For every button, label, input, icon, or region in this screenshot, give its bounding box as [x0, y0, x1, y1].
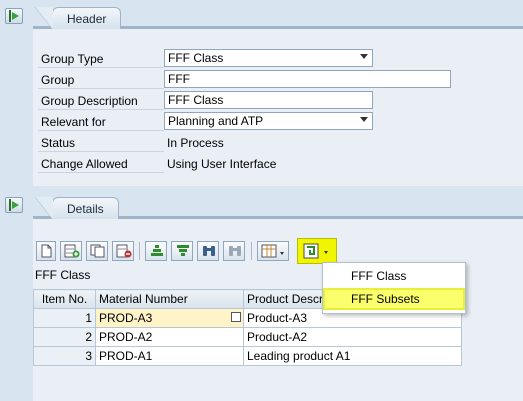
table-title: FFF Class — [35, 268, 91, 282]
menu-item-fff-class[interactable]: FFF Class — [323, 265, 465, 287]
find-button[interactable] — [197, 241, 219, 261]
status-value: In Process — [167, 136, 224, 150]
material-cell[interactable]: PROD-A1 — [95, 346, 244, 366]
material-cell[interactable]: PROD-A3 — [95, 308, 244, 328]
chevron-down-icon — [360, 117, 368, 122]
table-row[interactable]: 3 PROD-A1 Leading product A1 — [33, 346, 462, 366]
relevant-for-label: Relevant for — [38, 113, 164, 131]
delete-row-icon — [116, 244, 132, 258]
header-section-toggle-icon[interactable] — [5, 8, 23, 24]
sort-ascending-icon — [151, 245, 163, 256]
sort-ascending-button[interactable] — [145, 241, 167, 261]
value-help-icon[interactable] — [231, 312, 241, 322]
tab-details[interactable]: Details — [35, 197, 119, 220]
group-value: FFF — [168, 72, 190, 86]
layout-icon — [261, 244, 284, 258]
material-cell[interactable]: PROD-A2 — [95, 327, 244, 347]
find-icon — [203, 246, 215, 256]
material-value: PROD-A3 — [99, 311, 153, 325]
group-type-value: FFF Class — [168, 51, 224, 65]
tab-header[interactable]: Header — [34, 7, 122, 30]
copy-row-button[interactable] — [86, 241, 108, 261]
status-label: Status — [38, 134, 164, 152]
sort-descending-icon — [177, 245, 189, 256]
group-type-select[interactable]: FFF Class — [164, 49, 373, 67]
append-row-icon — [64, 244, 80, 258]
column-header-item-no[interactable]: Item No. — [33, 289, 96, 309]
layout-button[interactable] — [257, 241, 289, 261]
change-allowed-value: Using User Interface — [167, 157, 277, 171]
table-row[interactable]: 2 PROD-A2 Product-A2 — [33, 327, 462, 347]
group-input[interactable]: FFF — [164, 70, 451, 88]
subset-dropdown-menu: FFF Class FFF Subsets — [322, 262, 466, 314]
group-description-value: FFF Class — [168, 93, 224, 107]
group-description-label: Group Description — [38, 92, 164, 110]
item-no-cell: 3 — [33, 346, 96, 366]
create-icon — [41, 244, 52, 258]
append-row-button[interactable] — [60, 241, 82, 261]
item-no-cell: 2 — [33, 327, 96, 347]
description-cell: Product-A2 — [243, 327, 462, 347]
group-label: Group — [38, 71, 164, 89]
menu-item-fff-subsets[interactable]: FFF Subsets — [323, 288, 465, 310]
details-section-toggle-icon[interactable] — [5, 197, 23, 213]
subset-menu-button[interactable] — [297, 238, 337, 264]
copy-row-icon — [90, 244, 105, 258]
relevant-for-select[interactable]: Planning and ATP — [164, 112, 373, 130]
find-next-icon — [229, 246, 241, 256]
find-next-button[interactable] — [223, 241, 245, 261]
description-cell: Leading product A1 — [243, 346, 462, 366]
group-description-input[interactable]: FFF Class — [164, 91, 373, 109]
sort-descending-button[interactable] — [171, 241, 193, 261]
subset-icon — [303, 243, 328, 259]
item-no-cell: 1 — [33, 308, 96, 328]
relevant-for-value: Planning and ATP — [168, 114, 264, 128]
delete-row-button[interactable] — [112, 241, 134, 261]
group-type-label: Group Type — [38, 50, 164, 68]
change-allowed-label: Change Allowed — [38, 155, 164, 173]
chevron-down-icon — [360, 54, 368, 59]
column-header-material-number[interactable]: Material Number — [95, 289, 244, 309]
create-button[interactable] — [36, 241, 56, 261]
